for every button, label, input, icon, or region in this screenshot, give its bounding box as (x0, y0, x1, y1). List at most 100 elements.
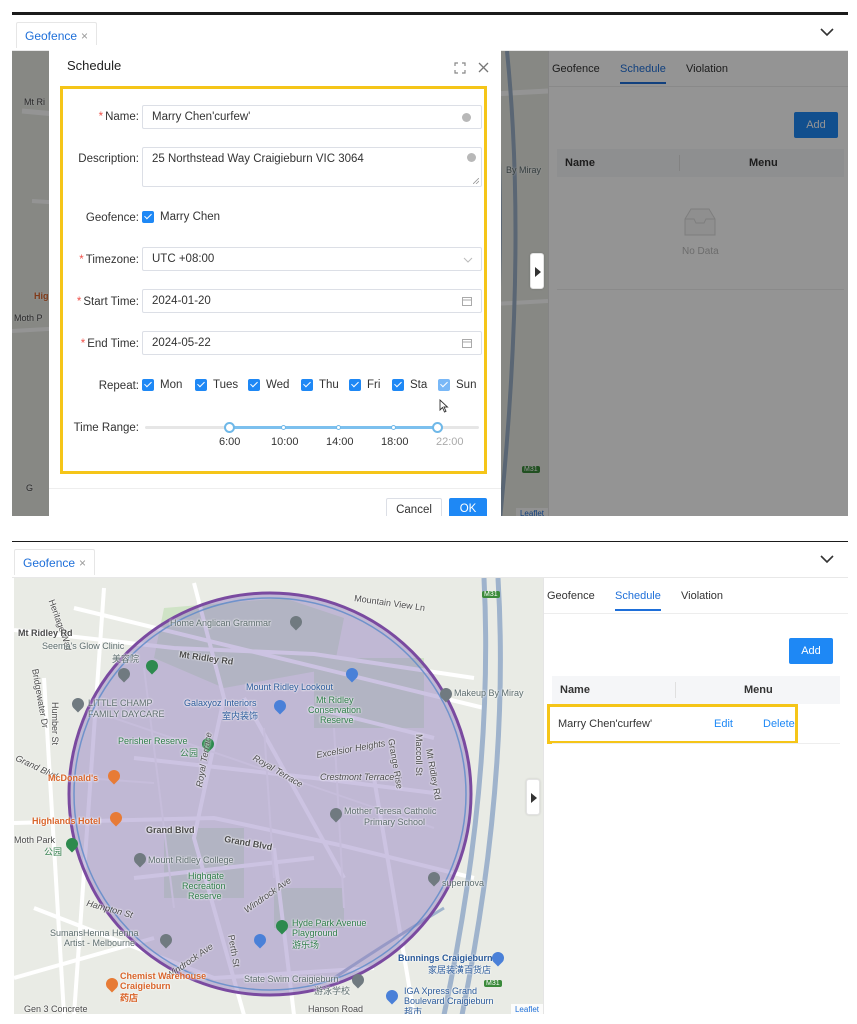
calendar-icon (462, 297, 472, 306)
map-label-moth-park-cn: 公园 (44, 847, 63, 857)
map-label-makeup: Makeup By Miray (454, 688, 524, 698)
map-label-mother-teresa-1: Mother Teresa Catholic (344, 806, 437, 816)
close-icon[interactable] (478, 62, 489, 73)
name-label: * Name: (98, 111, 139, 123)
time-range-label: Time Range: (73, 422, 139, 434)
description-value: 25 Northstead Way Craigieburn VIC 3064 (152, 153, 364, 165)
repeat-thu-label: Thu (319, 379, 339, 391)
map-label-bunnings-cn: 家居装潢百货店 (428, 965, 492, 975)
map-label-highlands: Highlands Hotel (32, 816, 101, 826)
tab-geofence-panel[interactable]: Geofence (547, 590, 595, 602)
chevron-down-icon (463, 257, 473, 263)
name-input-value: Marry Chen'curfew' (152, 111, 251, 123)
map-label-state-swim: State Swim Craigieburn (244, 974, 339, 984)
geofence-option-label: Marry Chen (160, 211, 221, 223)
repeat-mon-checkbox[interactable] (142, 379, 154, 391)
delete-link[interactable]: Delete (763, 718, 795, 730)
repeat-fri-checkbox[interactable] (349, 379, 361, 391)
repeat-mon-label: Mon (160, 379, 183, 391)
close-tab-icon[interactable]: × (81, 29, 88, 43)
geofence-checkbox[interactable] (142, 211, 154, 223)
time-range-fill (229, 426, 437, 429)
edit-link[interactable]: Edit (714, 718, 733, 730)
repeat-wed-checkbox[interactable] (248, 379, 260, 391)
repeat-label: Repeat: (98, 380, 139, 392)
time-range-start-handle[interactable] (224, 422, 235, 433)
timezone-select[interactable]: UTC +08:00 (142, 247, 482, 271)
ok-button[interactable]: OK (449, 498, 487, 516)
time-range-end-handle[interactable] (432, 422, 443, 433)
chevron-down-icon[interactable] (818, 550, 836, 568)
tab-violation[interactable]: Violation (681, 590, 723, 602)
end-time-label: * End Time: (80, 338, 139, 350)
repeat-thu-checkbox[interactable] (301, 379, 313, 391)
map-label-chemist-2: Craigieburn (120, 981, 171, 991)
map-label-maccoll: Maccoll St (414, 734, 424, 776)
map-label-lookout: Mount Ridley Lookout (246, 682, 334, 692)
expand-icon[interactable] (454, 61, 466, 74)
map-label-family-daycare: FAMILY DAYCARE (88, 709, 165, 719)
name-input[interactable]: Marry Chen'curfew' (142, 105, 482, 129)
m31-shield-top: M31 (482, 591, 500, 598)
time-range-tick-1: 10:00 (271, 436, 299, 448)
map-label-hyde-cn: 游乐场 (292, 940, 320, 950)
table-row[interactable]: Marry Chen'curfew' Edit Delete (552, 706, 840, 742)
tab-geofence-label: Geofence (23, 556, 76, 570)
tab-schedule[interactable]: Schedule (615, 590, 661, 611)
tab-geofence[interactable]: Geofence × (14, 549, 96, 575)
top-tab-bar: Geofence × (12, 542, 848, 578)
panel-toggle-button[interactable] (530, 253, 544, 289)
map-view[interactable]: Heritage Way Mountain View Ln M31 Mt Rid… (14, 578, 543, 1014)
repeat-tues-label: Tues (213, 379, 239, 391)
map-label-home-anglican: Home Anglican Grammar (170, 618, 272, 628)
m31-shield-bottom: M31 (484, 980, 502, 987)
chevron-down-icon[interactable] (818, 23, 836, 41)
add-button[interactable]: Add (789, 638, 833, 664)
map-label-perisher-cn: 公园 (180, 748, 199, 758)
start-time-input[interactable]: 2024-01-20 (142, 289, 482, 313)
map-label-galaxyoz: Galaxyoz Interiors (184, 698, 257, 708)
map-label-grand-blvd-mid: Grand Blvd (146, 825, 195, 835)
map-label-seemas-cn: 美容院 (112, 654, 140, 664)
timezone-label: * Timezone: (79, 254, 139, 266)
map-label-mount-ridley-college: Mount Ridley College (148, 855, 234, 865)
map-label-supernova: supernova (442, 878, 485, 888)
geofence-label: Geofence: (85, 212, 139, 224)
close-tab-icon[interactable]: × (79, 556, 86, 570)
form-highlight-box (60, 86, 487, 474)
map-label-highgate-2: Recreation (182, 881, 226, 891)
description-textarea[interactable]: 25 Northstead Way Craigieburn VIC 3064 (142, 147, 482, 187)
repeat-tues-checkbox[interactable] (195, 379, 207, 391)
modal-icons (454, 59, 489, 74)
map-label-iga-1: IGA Xpress Grand (404, 986, 478, 996)
end-time-input[interactable]: 2024-05-22 (142, 331, 482, 355)
map-label-conservation-1: Mt Ridley (316, 695, 354, 705)
clear-icon[interactable] (467, 153, 476, 162)
time-range-dot (391, 425, 396, 430)
resize-handle-icon[interactable] (473, 178, 479, 184)
right-panel: Geofence Schedule Violation Add Name Men… (543, 578, 848, 1014)
repeat-wed-label: Wed (266, 379, 290, 391)
map-label-conservation-2: Conservation (308, 705, 362, 715)
repeat-sta-checkbox[interactable] (392, 379, 404, 391)
map-label-bunnings-1: Bunnings Craigieburn (398, 953, 493, 963)
map-label-hyde-2: Playground (292, 928, 338, 938)
panel-toggle-button[interactable] (526, 779, 540, 815)
cancel-button[interactable]: Cancel (386, 498, 442, 516)
screen-geofence-map: Geofence × Heritage Way Mountain View Ln… (12, 541, 848, 1014)
map-label-highgate-1: Highgate (188, 871, 225, 881)
calendar-icon (462, 339, 472, 348)
map-label-chemist-1: Chemist Warehouse (120, 971, 207, 981)
repeat-sun-checkbox[interactable] (438, 379, 450, 391)
schedule-modal: Schedule * Name: Marry Chen'curfew' Descr… (49, 45, 501, 516)
map-label-seemas: Seema's Glow Clinic (42, 641, 125, 651)
map-label-mother-teresa-2: Primary School (364, 817, 426, 827)
leaflet-attribution[interactable]: Leaflet (510, 1004, 543, 1014)
screen-schedule-modal: Geofence × Mt Ri By Miray Hig Moth P G M3… (12, 12, 848, 516)
map-label-state-swim-cn: 游泳学校 (314, 986, 351, 996)
map-label-perisher: Perisher Reserve (118, 736, 188, 746)
start-time-value: 2024-01-20 (152, 295, 211, 307)
map-label-little-champ: LITTLE CHAMP (88, 698, 153, 708)
clear-icon[interactable] (462, 113, 471, 122)
map-label-conservation-3: Reserve (320, 715, 354, 725)
